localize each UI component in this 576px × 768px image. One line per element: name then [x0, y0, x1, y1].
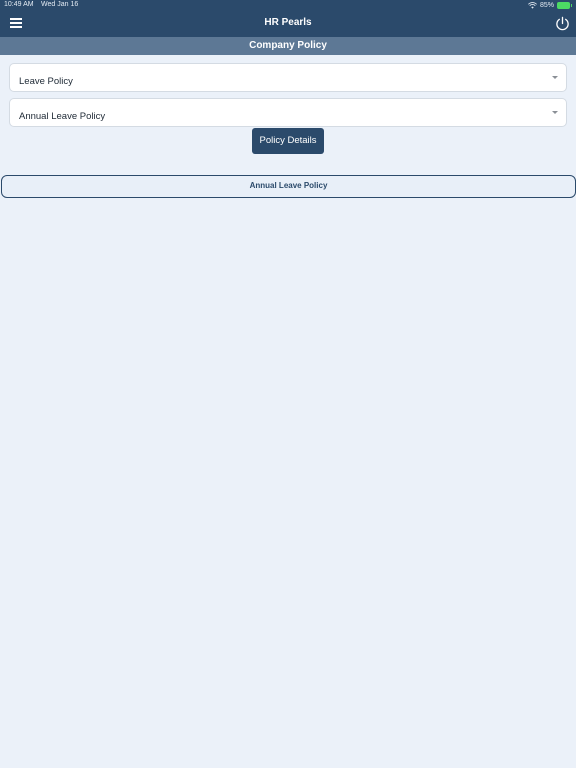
top-bar: 10:49 AM Wed Jan 16 85% HR Pearls — [0, 0, 576, 37]
dropdown-selected-value: Annual Leave Policy — [19, 111, 106, 122]
policy-result-item[interactable]: Annual Leave Policy — [1, 175, 576, 198]
status-date: Wed Jan 16 — [41, 1, 79, 8]
status-indicators: 85% — [528, 1, 572, 10]
app-screen: 10:49 AM Wed Jan 16 85% HR Pearls Compan… — [0, 0, 576, 768]
wifi-icon — [528, 2, 537, 9]
battery-icon — [557, 2, 572, 9]
policy-category-dropdown[interactable]: Leave Policy — [9, 63, 567, 92]
dropdown-selected-value: Leave Policy — [19, 76, 73, 87]
chevron-down-icon — [552, 111, 558, 114]
section-title: Company Policy — [0, 37, 576, 55]
app-title: HR Pearls — [264, 17, 312, 28]
policy-details-button[interactable]: Policy Details — [252, 128, 324, 154]
chevron-down-icon — [552, 76, 558, 79]
power-icon[interactable] — [555, 16, 570, 31]
battery-percent: 85% — [539, 2, 554, 9]
status-time: 10:49 AM — [4, 1, 34, 8]
policy-type-dropdown[interactable]: Annual Leave Policy — [9, 98, 567, 127]
